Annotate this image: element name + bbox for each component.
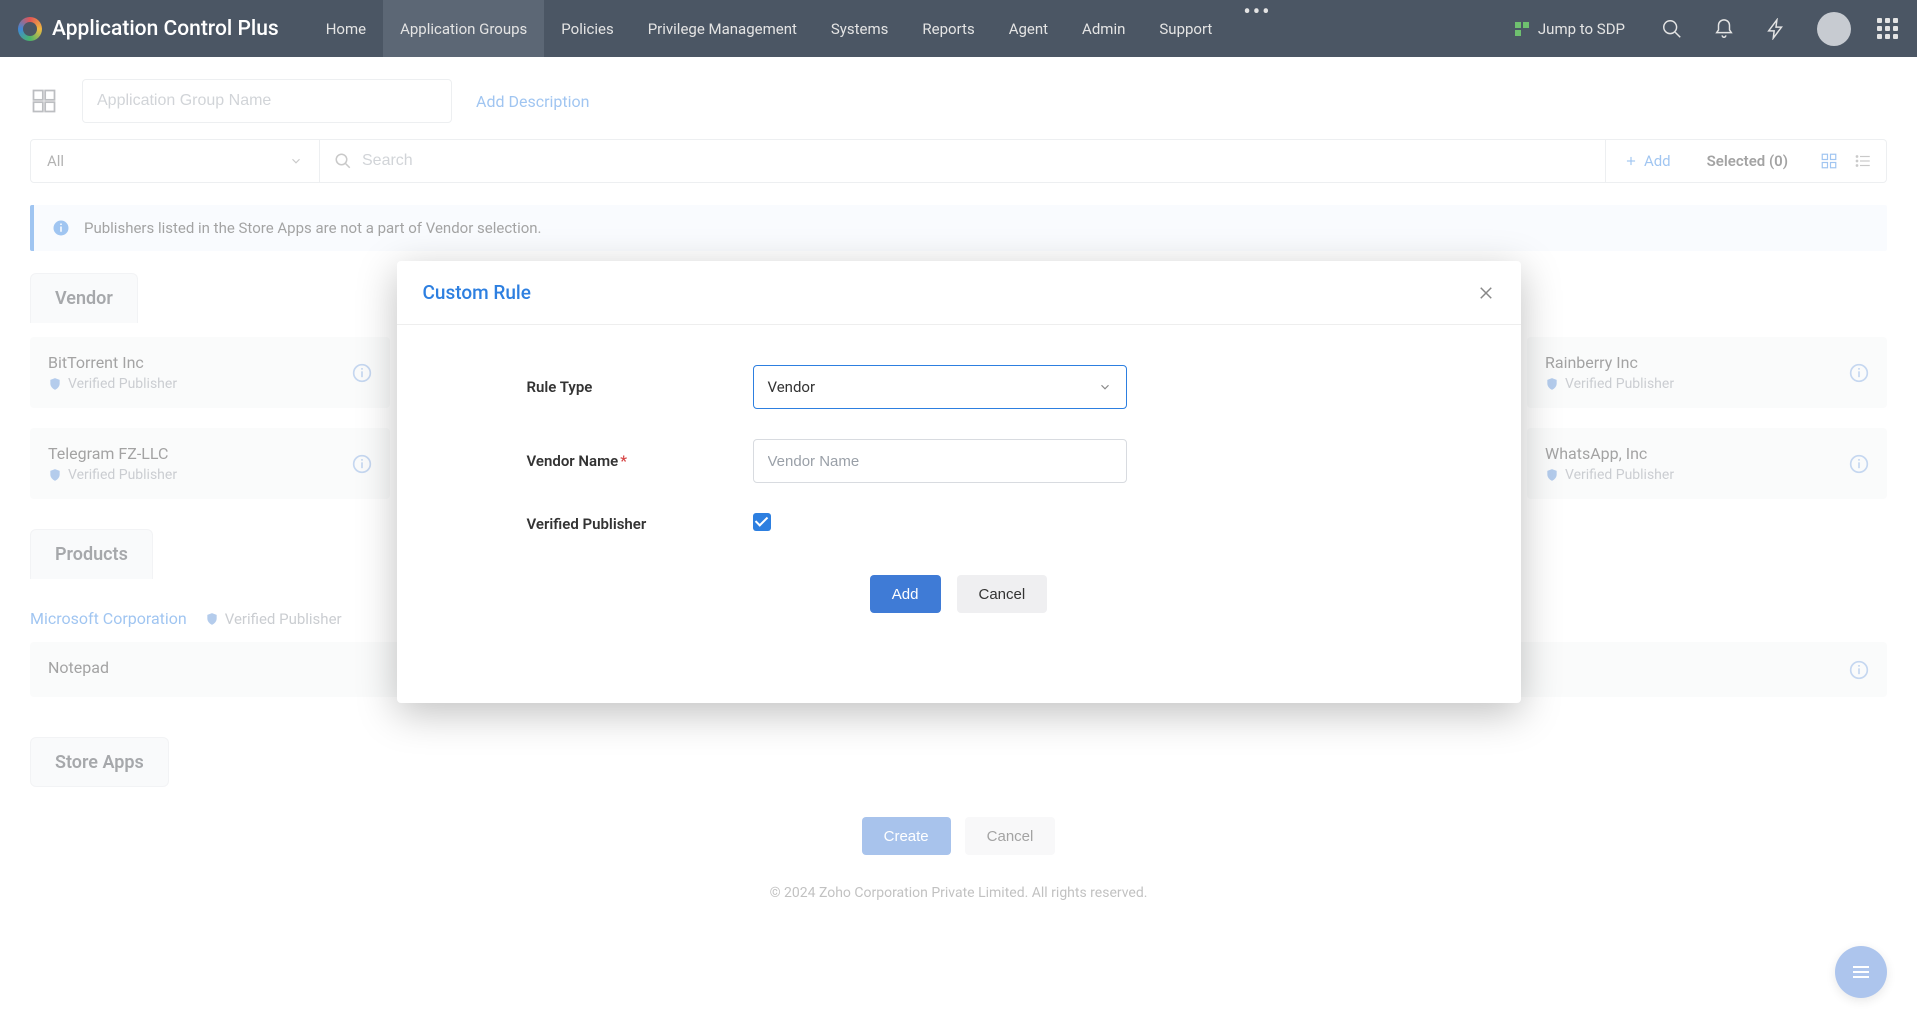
main-nav: Home Application Groups Policies Privile… (309, 0, 1286, 57)
chevron-down-icon (1098, 380, 1112, 394)
app-title: Application Control Plus (52, 17, 279, 41)
rule-type-value: Vendor (768, 378, 816, 396)
modal-cancel-button[interactable]: Cancel (957, 575, 1048, 613)
rule-type-select[interactable]: Vendor (753, 365, 1127, 409)
jump-to-sdp-link[interactable]: Jump to SDP (1514, 20, 1625, 38)
workspace: Add Description All Add Selected (0) Pub… (0, 57, 1917, 1028)
custom-rule-modal: Custom Rule Rule Type Vendor Vendor Name… (397, 261, 1521, 703)
apps-grid-icon[interactable] (1877, 18, 1899, 40)
topbar: Application Control Plus Home Applicatio… (0, 0, 1917, 57)
modal-footer: Add Cancel (527, 575, 1391, 673)
avatar[interactable] (1817, 12, 1851, 46)
modal-overlay: Custom Rule Rule Type Vendor Vendor Name… (0, 57, 1917, 1028)
verified-publisher-label: Verified Publisher (527, 515, 753, 533)
sdp-icon (1514, 21, 1530, 37)
close-icon[interactable] (1477, 284, 1495, 302)
nav-home[interactable]: Home (309, 0, 383, 57)
rule-type-label: Rule Type (527, 378, 753, 396)
nav-support[interactable]: Support (1142, 0, 1229, 57)
bell-icon[interactable] (1713, 18, 1735, 40)
nav-application-groups[interactable]: Application Groups (383, 0, 544, 57)
nav-admin[interactable]: Admin (1065, 0, 1142, 57)
app-logo-icon (18, 17, 42, 41)
nav-privilege-management[interactable]: Privilege Management (631, 0, 814, 57)
modal-header: Custom Rule (397, 261, 1521, 325)
nav-reports[interactable]: Reports (905, 0, 991, 57)
vendor-name-input[interactable] (753, 439, 1127, 483)
verified-publisher-checkbox[interactable] (753, 513, 771, 531)
nav-policies[interactable]: Policies (544, 0, 630, 57)
verified-publisher-row: Verified Publisher (527, 513, 1391, 535)
bolt-icon[interactable] (1765, 18, 1787, 40)
modal-add-button[interactable]: Add (870, 575, 941, 613)
nav-agent[interactable]: Agent (992, 0, 1065, 57)
search-icon[interactable] (1661, 18, 1683, 40)
logo-block: Application Control Plus (18, 17, 279, 41)
nav-more-icon[interactable]: ••• (1229, 0, 1285, 57)
modal-body: Rule Type Vendor Vendor Name* Ve (397, 325, 1521, 703)
vendor-name-label: Vendor Name* (527, 452, 753, 470)
jump-to-sdp-label: Jump to SDP (1538, 20, 1625, 38)
nav-systems[interactable]: Systems (814, 0, 906, 57)
vendor-name-row: Vendor Name* (527, 439, 1391, 483)
modal-title: Custom Rule (423, 281, 531, 304)
rule-type-row: Rule Type Vendor (527, 365, 1391, 409)
